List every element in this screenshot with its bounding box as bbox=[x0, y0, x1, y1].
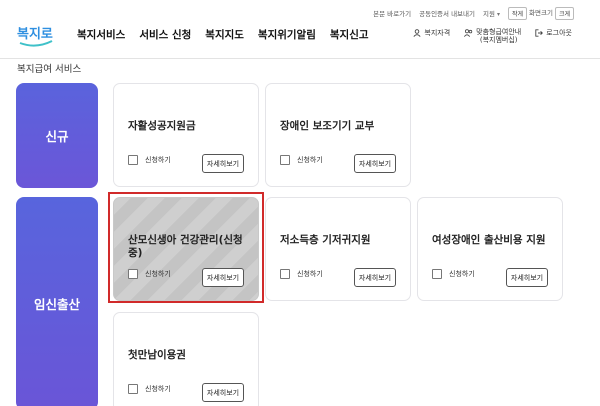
region-dropdown[interactable]: 지원 bbox=[483, 8, 500, 18]
header-utility: 복지자격 맞춤형급여안내 (복지멤버십) 로그아웃 bbox=[413, 28, 572, 44]
service-card-title: 자활성공지원금 bbox=[128, 120, 196, 132]
checkbox-box[interactable] bbox=[432, 269, 442, 279]
main-nav: 복지서비스 서비스 신청 복지지도 복지위기알림 복지신고 bbox=[77, 27, 369, 42]
apply-checkbox[interactable]: 신청하기 bbox=[128, 384, 171, 394]
checkbox-box[interactable] bbox=[280, 269, 290, 279]
service-card: 장애인 보조기기 교부 신청하기 자세히보기 bbox=[265, 83, 411, 187]
apply-checkbox[interactable]: 신청하기 bbox=[280, 155, 323, 165]
utility-bar: 본문 바로가기 공동인증서 내보내기 지원 작게 화면크기 크게 bbox=[373, 6, 574, 20]
users-icon bbox=[464, 29, 473, 37]
apply-checkbox-label: 신청하기 bbox=[145, 385, 171, 393]
detail-button[interactable]: 자세히보기 bbox=[354, 268, 396, 287]
checkbox-box[interactable] bbox=[128, 384, 138, 394]
apply-checkbox-label: 신청하기 bbox=[297, 270, 323, 278]
selection-highlight bbox=[108, 192, 264, 303]
apply-checkbox-label: 신청하기 bbox=[297, 156, 323, 164]
service-card: 자활성공지원금 신청하기 자세히보기 bbox=[113, 83, 259, 187]
zoom-small-button[interactable]: 작게 bbox=[507, 6, 528, 20]
nav-item-crisis-alert[interactable]: 복지위기알림 bbox=[258, 27, 316, 42]
service-card-title: 장애인 보조기기 교부 bbox=[280, 120, 375, 132]
eligibility-check-link[interactable]: 복지자격 bbox=[413, 28, 450, 38]
service-card-title: 첫만남이용권 bbox=[128, 349, 186, 361]
detail-button[interactable]: 자세히보기 bbox=[354, 154, 396, 173]
apply-checkbox-label: 신청하기 bbox=[449, 270, 475, 278]
cert-export-link[interactable]: 공동인증서 내보내기 bbox=[419, 8, 475, 18]
category-new: 신규 bbox=[16, 83, 98, 188]
zoom-controls: 작게 화면크기 크게 bbox=[507, 6, 574, 20]
skip-to-content-link[interactable]: 본문 바로가기 bbox=[373, 8, 411, 18]
apply-checkbox-label: 신청하기 bbox=[145, 156, 171, 164]
custom-benefit-line2: (복지멤버십) bbox=[479, 36, 518, 44]
zoom-label: 화면크기 bbox=[529, 8, 553, 17]
detail-button[interactable]: 자세히보기 bbox=[506, 268, 548, 287]
checkbox-box[interactable] bbox=[280, 155, 290, 165]
nav-item-service-apply[interactable]: 서비스 신청 bbox=[139, 27, 191, 42]
svg-text:복지로: 복지로 bbox=[17, 27, 53, 42]
bokjiro-logo-icon: 복지로 bbox=[17, 27, 53, 47]
page-title: 복지급여 서비스 bbox=[17, 64, 82, 75]
eligibility-check-label: 복지자격 bbox=[424, 29, 451, 37]
apply-checkbox[interactable]: 신청하기 bbox=[128, 155, 171, 165]
nav-item-welfare-report[interactable]: 복지신고 bbox=[330, 27, 369, 42]
checkbox-box[interactable] bbox=[128, 155, 138, 165]
site-logo[interactable]: 복지로 bbox=[16, 22, 56, 48]
header-divider bbox=[0, 58, 600, 59]
zoom-large-button[interactable]: 크게 bbox=[554, 6, 574, 20]
user-icon bbox=[413, 29, 421, 37]
category-pregnancy-birth: 임신출산 bbox=[16, 197, 98, 406]
custom-benefit-label: 맞춤형급여안내 (복지멤버십) bbox=[476, 28, 521, 44]
logout-icon bbox=[535, 29, 544, 37]
custom-benefit-link[interactable]: 맞춤형급여안내 (복지멤버십) bbox=[464, 28, 521, 44]
service-card: 첫만남이용권 신청하기 자세히보기 bbox=[113, 312, 259, 406]
apply-checkbox[interactable]: 신청하기 bbox=[280, 269, 323, 279]
detail-button[interactable]: 자세히보기 bbox=[202, 154, 244, 173]
logout-label: 로그아웃 bbox=[546, 29, 572, 37]
service-card-title: 여성장애인 출산비용 지원 bbox=[432, 234, 546, 246]
nav-item-welfare-map[interactable]: 복지지도 bbox=[205, 27, 244, 42]
apply-checkbox[interactable]: 신청하기 bbox=[432, 269, 475, 279]
custom-benefit-line1: 맞춤형급여안내 bbox=[476, 28, 522, 36]
service-card-title: 저소득층 기저귀지원 bbox=[280, 234, 371, 246]
service-card: 여성장애인 출산비용 지원 신청하기 자세히보기 bbox=[417, 197, 563, 301]
logout-link[interactable]: 로그아웃 bbox=[535, 28, 572, 38]
nav-item-welfare-service[interactable]: 복지서비스 bbox=[77, 27, 125, 42]
service-card: 저소득층 기저귀지원 신청하기 자세히보기 bbox=[265, 197, 411, 301]
detail-button[interactable]: 자세히보기 bbox=[202, 383, 244, 402]
